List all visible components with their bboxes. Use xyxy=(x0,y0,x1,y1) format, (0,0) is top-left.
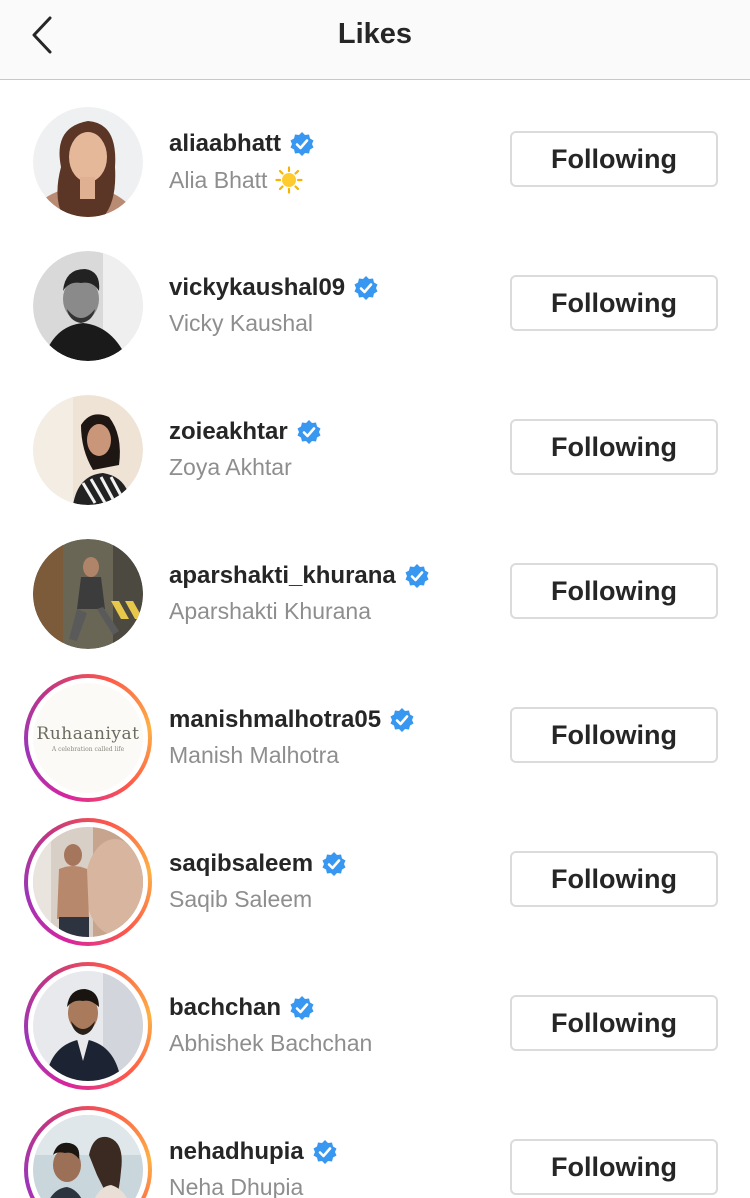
verified-badge-icon xyxy=(405,564,429,588)
following-button[interactable]: Following xyxy=(510,851,718,907)
verified-badge-icon xyxy=(290,996,314,1020)
following-button[interactable]: Following xyxy=(510,563,718,619)
following-button[interactable]: Following xyxy=(510,995,718,1051)
verified-badge-icon xyxy=(313,1140,337,1164)
avatar-logo-subtext: A celebration called life xyxy=(51,745,125,753)
full-name: Vicky Kaushal xyxy=(169,310,314,336)
verified-badge-icon xyxy=(354,276,378,300)
list-item[interactable]: aparshakti_khurana Aparshakti Khurana Fo… xyxy=(0,512,750,656)
full-name: Abhishek Bachchan xyxy=(169,1030,373,1056)
username[interactable]: nehadhupia xyxy=(169,1138,304,1166)
username[interactable]: zoieakhtar xyxy=(169,418,288,446)
avatar[interactable] xyxy=(33,251,143,361)
verified-badge-icon xyxy=(322,852,346,876)
full-name: Aparshakti Khurana xyxy=(169,598,372,624)
following-button[interactable]: Following xyxy=(510,707,718,763)
avatar[interactable] xyxy=(33,827,143,937)
username[interactable]: saqibsaleem xyxy=(169,850,313,878)
full-name: Zoya Akhtar xyxy=(169,454,292,480)
verified-badge-icon xyxy=(297,420,321,444)
following-button[interactable]: Following xyxy=(510,275,718,331)
avatar-logo-text: Ruhaaniyat xyxy=(36,723,140,744)
list-item[interactable]: aliaabhatt Alia Bhatt Following xyxy=(0,80,750,224)
username[interactable]: aparshakti_khurana xyxy=(169,562,396,590)
following-button[interactable]: Following xyxy=(510,131,718,187)
page-title: Likes xyxy=(337,18,413,50)
avatar[interactable] xyxy=(33,395,143,505)
avatar-story-ring[interactable] xyxy=(24,962,152,1090)
avatar-story-ring[interactable] xyxy=(24,1106,152,1198)
username[interactable]: bachchan xyxy=(169,994,281,1022)
avatar[interactable] xyxy=(33,971,143,1081)
full-name: Alia Bhatt xyxy=(169,166,268,193)
top-bar: Likes xyxy=(0,0,750,80)
sun-emoji-icon xyxy=(275,166,304,194)
username[interactable]: aliaabhatt xyxy=(169,130,281,158)
following-button[interactable]: Following xyxy=(510,1139,718,1195)
verified-badge-icon xyxy=(390,708,414,732)
full-name: Saqib Saleem xyxy=(169,886,313,912)
avatar[interactable] xyxy=(33,107,143,217)
list-item[interactable]: zoieakhtar Zoya Akhtar Following xyxy=(0,368,750,512)
full-name: Manish Malhotra xyxy=(169,742,340,768)
list-item[interactable]: vickykaushal09 Vicky Kaushal Following xyxy=(0,224,750,368)
avatar[interactable] xyxy=(33,539,143,649)
verified-badge-icon xyxy=(290,132,314,156)
avatar-story-ring[interactable]: Ruhaaniyat A celebration called life xyxy=(24,674,152,802)
likes-list[interactable]: aliaabhatt Alia Bhatt Following vickykau… xyxy=(0,80,750,1198)
list-item[interactable]: saqibsaleem Saqib Saleem Following xyxy=(0,800,750,946)
avatar[interactable]: Ruhaaniyat A celebration called life xyxy=(33,683,143,793)
list-item[interactable]: nehadhupia Neha Dhupia Following xyxy=(0,1088,750,1198)
username[interactable]: manishmalhotra05 xyxy=(169,706,381,734)
avatar-story-ring[interactable] xyxy=(24,818,152,946)
list-item[interactable]: Ruhaaniyat A celebration called life man… xyxy=(0,656,750,802)
list-item[interactable]: bachchan Abhishek Bachchan Following xyxy=(0,944,750,1090)
full-name: Neha Dhupia xyxy=(169,1174,304,1198)
following-button[interactable]: Following xyxy=(510,419,718,475)
username[interactable]: vickykaushal09 xyxy=(169,274,345,302)
